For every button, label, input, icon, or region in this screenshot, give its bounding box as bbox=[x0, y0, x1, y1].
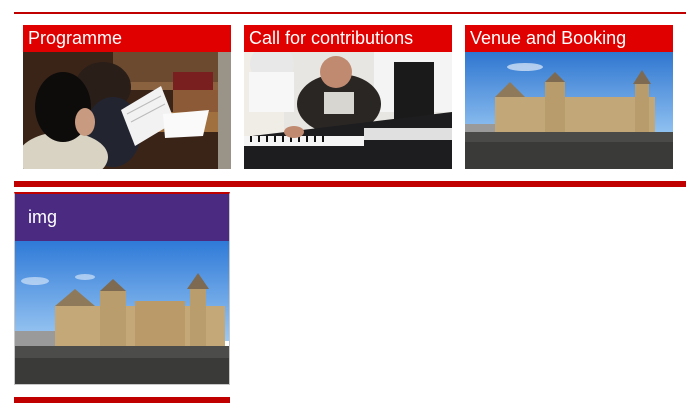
tile-call-for-contributions[interactable]: Call for contributions bbox=[244, 25, 452, 169]
img-card[interactable]: img bbox=[14, 192, 230, 385]
old-college-building-image bbox=[465, 52, 673, 169]
tile-venue-and-booking[interactable]: Venue and Booking bbox=[465, 25, 673, 169]
tile-programme-title: Programme bbox=[23, 25, 231, 52]
tile-venue-and-booking-title: Venue and Booking bbox=[465, 25, 673, 52]
tile-programme[interactable]: Programme bbox=[23, 25, 231, 169]
tile-call-for-contributions-title: Call for contributions bbox=[244, 25, 452, 52]
middle-divider bbox=[14, 181, 686, 187]
old-college-building-large-image bbox=[15, 241, 229, 384]
music-keyboard-image bbox=[244, 52, 452, 169]
img-card-title: img bbox=[15, 194, 229, 241]
bottom-divider bbox=[14, 397, 230, 403]
students-reading-image bbox=[23, 52, 231, 169]
top-divider bbox=[14, 12, 686, 14]
